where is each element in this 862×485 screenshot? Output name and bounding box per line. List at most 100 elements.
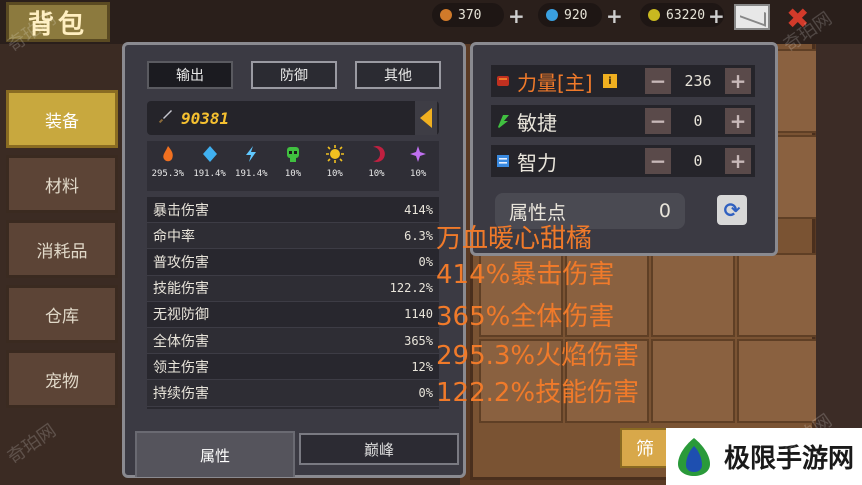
poison-skull-icon [287, 147, 300, 162]
attribute-points-label: 属性点 [509, 201, 567, 224]
element-light: 10% [314, 141, 356, 191]
element-fire: 295.3% [147, 141, 189, 191]
overlay-line: 365%全体伤害 [436, 302, 615, 332]
attr-value: 0 [693, 112, 703, 130]
attr-row-agility: 敏捷 − 0 + [491, 105, 755, 137]
info-icon[interactable]: i [603, 74, 617, 88]
gem-resource-icon [546, 9, 558, 21]
inventory-slot[interactable] [651, 253, 735, 337]
stats-table: 暴击伤害 414% 命中率 6.3% 普攻伤害 0% 技能伤害 122.2% 无视防御 1… [147, 197, 439, 409]
overlay-line: 万血暖心甜橘 [436, 224, 593, 254]
inventory-slot[interactable] [651, 339, 735, 423]
expand-arrow-button[interactable] [415, 101, 437, 135]
tab-other[interactable]: 其他 [355, 61, 441, 89]
stat-label: 全体伤害 [153, 333, 209, 350]
attr-row-strength: 力量[主] i − 236 + [491, 65, 755, 97]
arcane-star-icon [410, 146, 427, 162]
add-fire-button[interactable]: + [508, 4, 525, 28]
attr-value: 0 [693, 152, 703, 170]
attr-name: 智力 [517, 150, 557, 175]
decrease-intellect-button[interactable]: − [645, 148, 671, 174]
stat-value: 122.2% [389, 281, 433, 296]
attribute-panel: 输出 防御 其他 90381 295.3% 191.4% 191.4% 10% … [122, 42, 466, 478]
overlay-line: 295.3%火焰伤害 [436, 341, 640, 371]
fire-resource-value: 370 [458, 7, 482, 23]
attribute-points-value: 0 [658, 200, 671, 222]
add-gold-button[interactable]: + [708, 4, 725, 28]
fire-resource-icon [440, 9, 452, 21]
element-poison: 10% [272, 141, 314, 191]
increase-strength-button[interactable]: + [725, 68, 751, 94]
element-lightning: 191.4% [230, 141, 272, 191]
stat-value: 6.3% [404, 228, 433, 243]
tab-output[interactable]: 输出 [147, 61, 233, 89]
stat-value: 1140 [404, 307, 433, 322]
fire-icon [163, 146, 173, 162]
element-value: 10% [326, 169, 343, 179]
sidebar-item-pets[interactable]: 宠物 [6, 350, 118, 408]
decrease-strength-button[interactable]: − [645, 68, 671, 94]
stat-value: 0% [418, 385, 433, 400]
stat-row: 技能伤害 122.2% [147, 275, 439, 302]
stat-label: 命中率 [153, 228, 195, 245]
sidebar-item-equipment[interactable]: 装备 [6, 90, 118, 148]
tab-attributes[interactable]: 属性 [135, 431, 295, 477]
sidebar-item-consumables[interactable]: 消耗品 [6, 220, 118, 278]
ice-crystal-icon [202, 146, 217, 162]
element-value: 191.4% [193, 169, 226, 179]
sidebar-item-materials[interactable]: 材料 [6, 155, 118, 213]
arrow-left-icon [420, 108, 432, 128]
increase-agility-button[interactable]: + [725, 108, 751, 134]
agility-boot-icon [498, 115, 509, 128]
top-bar: 背包 370 + 920 + 63220 + ✖ [0, 0, 862, 44]
reset-points-button[interactable]: ⟳ [717, 195, 747, 225]
element-value: 10% [284, 169, 302, 179]
site-logo: 极限手游网 [666, 428, 862, 485]
gem-resource-value: 920 [564, 7, 588, 23]
stat-row: 领主伤害 12% [147, 354, 439, 381]
intellect-book-icon [497, 155, 509, 167]
inventory-slot[interactable] [737, 253, 821, 337]
stat-row: 普攻伤害 0% [147, 249, 439, 276]
element-arcane: 10% [397, 141, 439, 191]
strength-fist-icon [497, 76, 509, 86]
stat-value: 0% [418, 254, 433, 269]
stat-value: 414% [404, 202, 433, 217]
overlay-line: 122.2%技能伤害 [436, 378, 640, 408]
overlay-line: 414%暴击伤害 [436, 260, 615, 290]
sidebar-item-warehouse[interactable]: 仓库 [6, 285, 118, 343]
stat-label: 暴击伤害 [153, 202, 209, 219]
element-value: 10% [410, 169, 427, 179]
sword-icon [158, 110, 172, 124]
add-gem-button[interactable]: + [606, 4, 623, 28]
stat-label: 持续伤害 [153, 385, 209, 402]
gold-coin-icon [648, 9, 660, 21]
attr-value: 236 [684, 72, 712, 90]
stat-label: 领主伤害 [153, 359, 209, 376]
stat-row: 持续伤害 0% [147, 380, 439, 407]
element-value: 191.4% [235, 169, 268, 179]
element-value: 10% [368, 169, 385, 179]
stat-label: 无视防御 [153, 307, 209, 324]
mail-icon[interactable] [734, 4, 770, 30]
tab-peak[interactable]: 巅峰 [299, 433, 459, 465]
stat-label: 技能伤害 [153, 281, 209, 298]
inventory-slot[interactable] [737, 339, 821, 423]
element-dark: 10% [356, 141, 398, 191]
element-damage-row: 295.3% 191.4% 191.4% 10% 10% 10% 10% [147, 141, 439, 191]
gem-resource: 920 [538, 3, 602, 27]
decrease-agility-button[interactable]: − [645, 108, 671, 134]
lightning-icon [246, 146, 257, 162]
gold-resource-value: 63220 [666, 7, 706, 23]
element-ice: 191.4% [189, 141, 231, 191]
logo-mark-icon [678, 437, 710, 476]
combat-power: 90381 [147, 101, 439, 135]
tab-defense[interactable]: 防御 [251, 61, 337, 89]
fire-resource: 370 [432, 3, 504, 27]
stat-label: 普攻伤害 [153, 254, 209, 271]
increase-intellect-button[interactable]: + [725, 148, 751, 174]
attr-row-intellect: 智力 − 0 + [491, 145, 755, 177]
combat-power-value: 90381 [181, 108, 230, 128]
stat-row: 全体伤害 365% [147, 327, 439, 355]
refresh-icon: ⟳ [723, 198, 741, 222]
